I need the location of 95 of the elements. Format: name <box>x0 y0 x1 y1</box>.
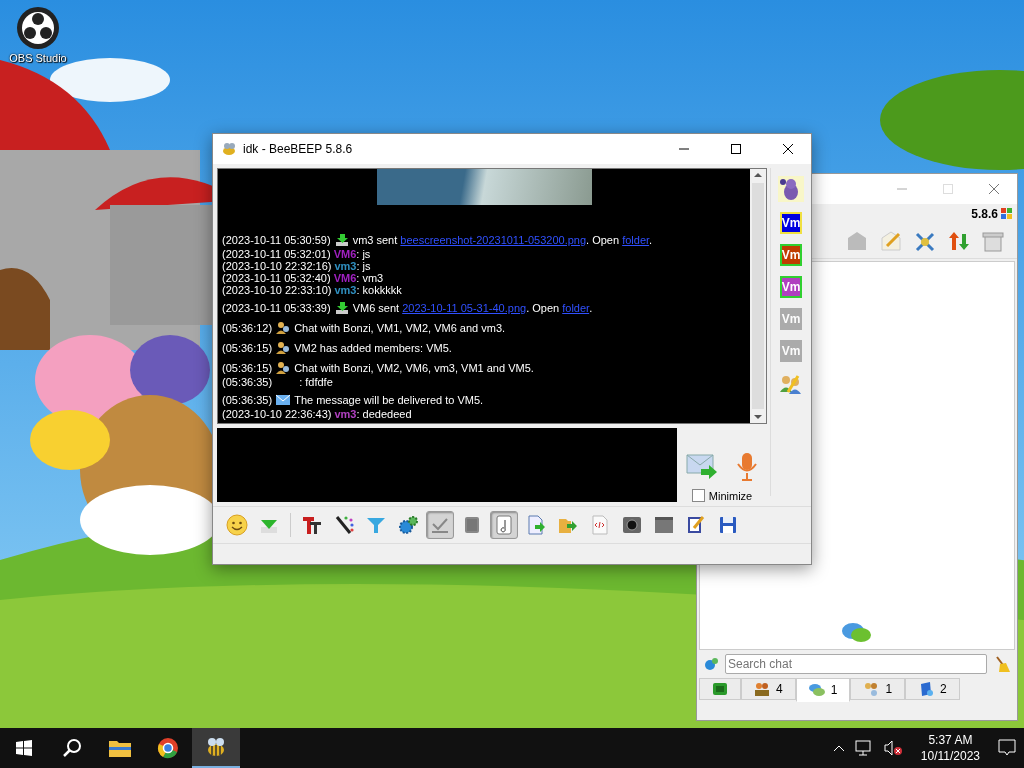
minimize-checkbox[interactable] <box>691 489 705 502</box>
pencil-icon <box>333 514 355 536</box>
file-sent-message: VM6 sent 2023-10-11 05-31-40.png. Open folder. <box>352 302 593 314</box>
spellcheck-button[interactable] <box>426 511 454 539</box>
notepad-icon <box>685 514 707 536</box>
desktop-icon-label[interactable]: OBS Studio <box>9 52 67 64</box>
gears-icon <box>397 514 419 536</box>
close-icon <box>783 144 793 154</box>
image-thumbnail[interactable] <box>376 169 592 205</box>
system-message: Chat with Bonzi, VM2, VM6, vm3, VM1 and VM5. <box>294 362 534 374</box>
users-icon <box>754 681 770 697</box>
maximize-icon <box>731 144 741 154</box>
file-transfer-icon <box>333 232 350 248</box>
windows-logo-icon <box>16 740 32 756</box>
smiley-icon <box>226 514 248 536</box>
search-icon <box>62 738 82 758</box>
folder-icon <box>109 739 131 757</box>
tab[interactable] <box>699 678 741 700</box>
speaker-muted-icon[interactable] <box>882 740 903 756</box>
message-time: (2023-10-10 22:33:10) <box>222 284 332 296</box>
chat-message: vm3: kokkkkk <box>334 284 402 296</box>
browser-icon <box>157 737 179 759</box>
music-note-button[interactable] <box>490 511 518 539</box>
notifications-icon[interactable] <box>998 739 1016 757</box>
network-icon[interactable] <box>854 740 873 756</box>
system-message: Chat with Bonzi, VM1, VM2, VM6 and vm3. <box>294 322 506 334</box>
chat-message: VM6: js <box>333 248 371 260</box>
clock-date: 10/11/2023 <box>920 748 980 764</box>
chat-message: vm3: js <box>334 260 371 272</box>
obs-logo-icon[interactable] <box>16 6 60 50</box>
message-time: (05:36:15) <box>222 342 273 354</box>
minimize-label: Minimize <box>708 489 753 502</box>
tab[interactable]: 4 <box>741 678 796 700</box>
member-avatar[interactable]: Vm <box>780 276 802 298</box>
member-avatar[interactable]: Vm <box>780 212 802 234</box>
message-time: (05:36:12) <box>222 322 273 334</box>
file-link[interactable]: folder <box>562 302 590 314</box>
message-time: (2023-10-10 22:32:16) <box>222 260 332 272</box>
file-transfer-icon <box>333 300 350 316</box>
message-time: (05:36:35) <box>222 376 273 388</box>
system-message: The message will be delivered to VM5. <box>294 394 484 406</box>
file-sent-message: vm3 sent beescreenshot-20231011-053200.png. Open folder. <box>352 234 653 246</box>
maximize-icon <box>943 184 953 194</box>
tab[interactable]: 1 <box>795 678 851 702</box>
clock-time: 5:37 AM <box>928 732 973 748</box>
message-time: (2023-10-11 05:30:59) <box>222 234 331 246</box>
system-message: VM2 has added members: VM5. <box>294 342 452 354</box>
group-chat-icon <box>275 320 292 336</box>
font-icon <box>301 514 323 536</box>
message-time: (2023-10-11 05:32:01) <box>222 248 331 260</box>
group-chat-icon <box>275 360 292 376</box>
broom-icon[interactable] <box>993 655 1011 673</box>
bee-app-icon <box>221 141 237 157</box>
close-icon <box>989 184 999 194</box>
music-note-icon <box>493 514 515 536</box>
tools-icon[interactable] <box>913 230 937 252</box>
version-label: 5.8.6 <box>971 207 998 221</box>
message-input[interactable] <box>217 428 677 502</box>
tab[interactable]: 1 <box>850 678 906 700</box>
smiley-button[interactable] <box>223 511 251 539</box>
transfer-arrows-icon[interactable] <box>947 230 971 252</box>
bee-app-icon <box>205 736 227 758</box>
chevron-up-icon[interactable] <box>832 744 845 752</box>
gears-icon[interactable] <box>703 656 719 672</box>
group-chat-icon <box>275 340 292 356</box>
window-title: idk - BeeBEEP 5.8.6 <box>243 142 354 156</box>
message-time: (2023-10-11 05:33:39) <box>222 302 331 314</box>
network-icon <box>712 681 728 697</box>
search-field[interactable]: Search chat <box>725 654 987 674</box>
message-time: (05:36:15) <box>222 362 273 374</box>
beebeep-taskbar-button[interactable] <box>192 728 240 768</box>
windows-flag-icon <box>1001 208 1013 220</box>
send-mail-icon[interactable] <box>685 451 719 481</box>
camera-icon <box>621 514 643 536</box>
tab[interactable]: 2 <box>905 678 960 700</box>
clock[interactable]: 5:37 AM 10/11/2023 <box>912 732 988 764</box>
chat-bubbles-icon <box>841 621 873 645</box>
message-time: (2023-10-10 22:36:43) <box>222 408 332 420</box>
chat-message: : fdfdfe <box>299 376 333 388</box>
floppy-icon <box>717 514 739 536</box>
message-time: (05:36:35) <box>222 394 273 406</box>
code-icon <box>589 514 611 536</box>
document-arrow-icon <box>525 514 547 536</box>
group-icon <box>863 681 880 697</box>
scrollbar[interactable] <box>750 169 766 423</box>
chat-message: vm3: dededeed <box>334 408 412 420</box>
share-icon <box>918 681 935 697</box>
message-time: (2023-10-11 05:32:40) <box>222 272 331 284</box>
chat-message: VM6: vm3 <box>333 272 384 284</box>
member-avatar[interactable]: Vm <box>780 244 802 266</box>
edit-mail-icon[interactable] <box>879 230 903 252</box>
window-icon <box>653 514 675 536</box>
file-link[interactable]: folder <box>622 234 650 246</box>
microphone-icon[interactable] <box>735 451 759 483</box>
chat-bubbles-icon <box>808 682 825 698</box>
